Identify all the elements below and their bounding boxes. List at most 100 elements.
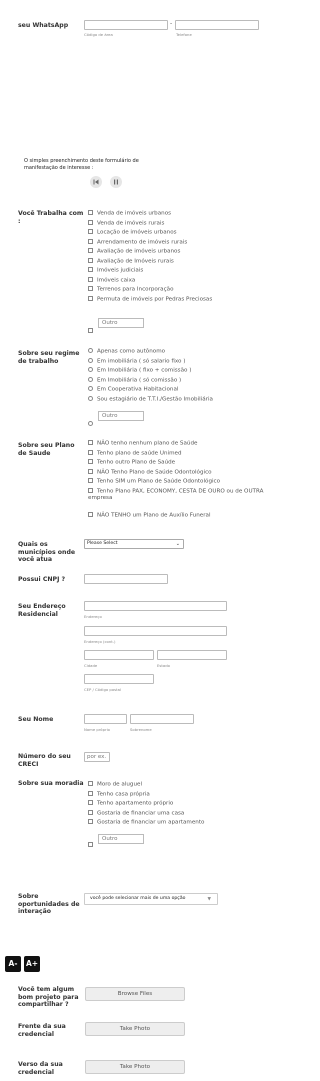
regime-option-label: Em Imobiliária ( fixo + comissão ): [97, 367, 192, 374]
trabalho-option[interactable]: Terrenos para Incorporação: [88, 286, 174, 294]
saude-option[interactable]: NÃO tenho nenhum plano de Saúde: [88, 440, 197, 448]
checkbox[interactable]: [88, 459, 93, 464]
checkbox[interactable]: [88, 487, 93, 493]
checkbox[interactable]: [88, 790, 93, 796]
verso-label: Verso da sua credencial: [18, 1061, 63, 1076]
saude-option-label: NÃO TENHO um Plano de Auxílio Funeral: [97, 512, 211, 519]
checkbox[interactable]: [88, 781, 93, 786]
saude-label: Sobre seu Plano de Saude: [18, 442, 75, 457]
checkbox[interactable]: [88, 286, 93, 291]
radio-button[interactable]: [88, 367, 93, 372]
radio-button[interactable]: [88, 357, 93, 363]
trabalho-option-label: Locação de imóveis urbanos: [97, 229, 177, 236]
creci-input[interactable]: por ex.: [84, 752, 110, 762]
regime-option[interactable]: Sou estagiário de T.T.I./Gestão Imobiliá…: [88, 395, 213, 404]
regime-option[interactable]: Em Imobiliária ( só comissão ): [88, 376, 181, 385]
trabalho-option[interactable]: Imóveis caixa: [88, 276, 135, 285]
moradia-option[interactable]: Tenho apartamento próprio: [88, 800, 173, 808]
last-name-input[interactable]: [130, 714, 194, 724]
regime-other-radio[interactable]: [88, 410, 97, 429]
checkbox[interactable]: [88, 248, 93, 253]
regime-option[interactable]: Em imobiliária ( só salario fixo ): [88, 357, 185, 366]
checkbox[interactable]: [88, 229, 93, 234]
moradia-option[interactable]: Gostaria de financiar uma casa: [88, 809, 184, 818]
oportunidades-select[interactable]: você pode selecionar mais de uma opção ▼: [84, 893, 218, 905]
trabalho-label: Você Trabalha com :: [18, 210, 84, 225]
saude-option[interactable]: Tenho Plano PAX, ECONOMY, CESTA DE OURO …: [88, 487, 288, 502]
municipios-select[interactable]: Please Select ⌄: [84, 539, 184, 549]
saude-option[interactable]: Tenho plano de saúde Unimed: [88, 449, 182, 458]
address-line2-input[interactable]: [84, 626, 227, 636]
trabalho-option[interactable]: Avaliação de Imóveis rurais: [88, 257, 174, 266]
checkbox[interactable]: [88, 800, 93, 805]
trabalho-option[interactable]: Locação de imóveis urbanos: [88, 229, 177, 237]
area-code-input[interactable]: [84, 20, 168, 30]
trabalho-option[interactable]: Avaliação de imóveis urbanos: [88, 248, 180, 256]
checkbox[interactable]: [88, 468, 93, 474]
checkbox[interactable]: [88, 257, 93, 263]
radio-button[interactable]: [88, 386, 93, 391]
checkbox[interactable]: [88, 238, 93, 244]
moradia-option[interactable]: Moro de aluguel: [88, 781, 142, 789]
regime-option[interactable]: Em Imobiliária ( fixo + comissão ): [88, 367, 191, 375]
back-take-photo-button[interactable]: Take Photo: [85, 1060, 185, 1074]
prev-button[interactable]: [90, 176, 102, 188]
trabalho-option[interactable]: Arrendamento de imóveis rurais: [88, 238, 188, 247]
state-sublabel: Estado: [157, 663, 170, 668]
trabalho-option[interactable]: Imóveis judiciais: [88, 267, 143, 275]
whatsapp-label: seu WhatsApp: [18, 22, 69, 29]
checkbox[interactable]: [88, 449, 93, 455]
regime-option-label: Sou estagiário de T.T.I./Gestão Imobiliá…: [97, 396, 213, 402]
regime-other-input[interactable]: Outro: [98, 411, 144, 421]
trabalho-option-label: Arrendamento de imóveis rurais: [97, 239, 188, 245]
trabalho-option[interactable]: Permuta de imóveis por Pedras Preciosas: [88, 295, 212, 304]
city-input[interactable]: [84, 650, 154, 660]
browse-files-button[interactable]: Browse Files: [85, 987, 185, 1001]
pause-button[interactable]: [110, 176, 122, 188]
decrease-font-button[interactable]: A-: [5, 956, 21, 972]
radio-button[interactable]: [88, 376, 93, 382]
zip-input[interactable]: [84, 674, 154, 684]
checkbox[interactable]: [88, 210, 93, 215]
moradia-option[interactable]: Gostaria de financiar um apartamento: [88, 819, 204, 827]
regime-option[interactable]: Apenas como autônomo: [88, 348, 165, 356]
front-take-photo-button[interactable]: Take Photo: [85, 1022, 185, 1036]
oportunidades-select-value: você pode selecionar mais de uma opção: [90, 896, 186, 901]
trabalho-other-input[interactable]: Outro: [98, 318, 144, 328]
checkbox[interactable]: [88, 478, 93, 483]
frente-label: Frente da sua credencial: [18, 1023, 66, 1038]
checkbox[interactable]: [88, 295, 93, 301]
checkbox[interactable]: [88, 219, 93, 225]
trabalho-other-checkbox[interactable]: [88, 317, 97, 336]
first-name-input[interactable]: [84, 714, 127, 724]
trabalho-option[interactable]: Venda de imóveis urbanos: [88, 210, 171, 218]
saude-option[interactable]: NÃO TENHO um Plano de Auxílio Funeral: [88, 512, 211, 520]
oportunidades-label: Sobre oportunidades de interação: [18, 893, 80, 916]
saude-option[interactable]: Tenho outro Plano de Saúde: [88, 459, 175, 467]
moradia-other-checkbox[interactable]: [88, 831, 97, 850]
saude-option[interactable]: NÃO Tenho Plano de Saúde Odontológico: [88, 468, 212, 477]
saude-option[interactable]: Tenho SIM um Plano de Saúde Odontológico: [88, 478, 220, 486]
trabalho-option[interactable]: Venda de imóveis rurais: [88, 219, 164, 228]
checkbox[interactable]: [88, 809, 93, 815]
address-line1-input[interactable]: [84, 601, 227, 611]
checkbox[interactable]: [88, 819, 93, 824]
caret-down-icon: ▼: [207, 897, 211, 902]
checkbox[interactable]: [88, 267, 93, 272]
checkbox[interactable]: [88, 440, 93, 445]
zip-sublabel: CEP / Código postal: [84, 687, 121, 692]
phone-dash: -: [170, 20, 173, 27]
phone-input[interactable]: [175, 20, 259, 30]
checkbox[interactable]: [88, 276, 93, 282]
cnpj-input[interactable]: [84, 574, 168, 584]
checkbox[interactable]: [88, 512, 93, 517]
state-input[interactable]: [157, 650, 227, 660]
radio-button[interactable]: [88, 395, 93, 401]
regime-option[interactable]: Em Cooperativa Habitacional: [88, 386, 178, 394]
increase-font-button[interactable]: A+: [24, 956, 40, 972]
moradia-label: Sobre sua moradia: [18, 780, 84, 787]
moradia-option-label: Tenho casa própria: [97, 791, 150, 797]
moradia-option[interactable]: Tenho casa própria: [88, 790, 150, 799]
moradia-other-input[interactable]: Outro: [98, 834, 144, 844]
radio-button[interactable]: [88, 348, 93, 353]
